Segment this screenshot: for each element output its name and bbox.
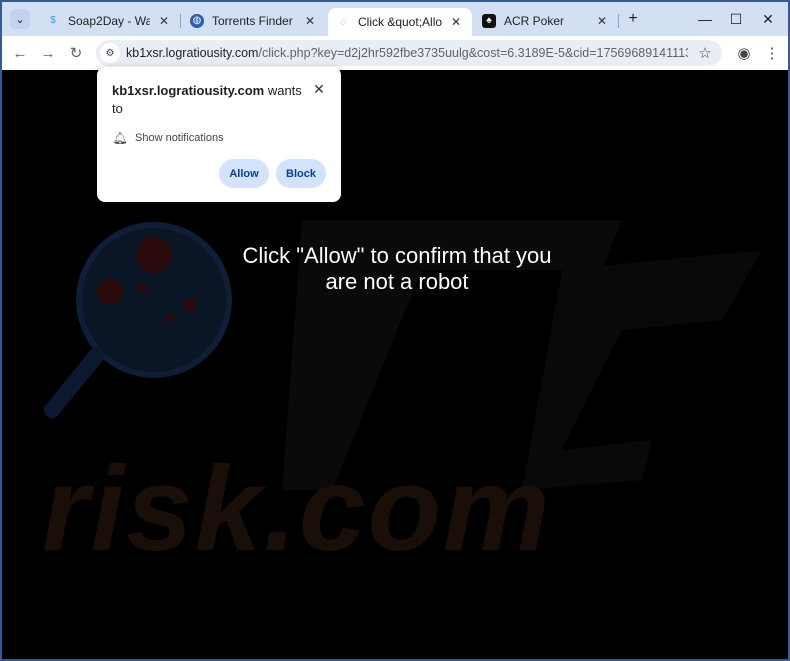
loading-icon: ◌ [340, 16, 346, 28]
tab-separator [618, 14, 619, 28]
address-bar[interactable]: ⚙ kb1xsr.logratiousity.com/click.php?key… [96, 40, 722, 66]
close-icon: ✕ [313, 80, 325, 97]
chevron-down-icon: ⌄ [15, 13, 25, 26]
reload-button[interactable]: ↻ [66, 43, 86, 63]
account-icon: ◉ [737, 45, 751, 62]
allow-button[interactable]: Allow [219, 159, 269, 188]
maximize-icon: ☐ [729, 10, 743, 27]
permission-label: Show notifications [135, 132, 224, 144]
block-button[interactable]: Block [276, 159, 326, 188]
browser-toolbar: ← → ↻ ⚙ kb1xsr.logratiousity.com/click.p… [2, 36, 788, 70]
forward-button[interactable]: → [38, 43, 58, 63]
minimize-button[interactable]: — [696, 10, 714, 28]
prompt-title: kb1xsr.logratiousity.com wants to [112, 82, 312, 118]
tab-click-allow[interactable]: ◌ Click &quot;Allow&quot; to ✕ [328, 8, 472, 36]
close-icon: ✕ [762, 10, 774, 27]
tab-soap2day[interactable]: $ Soap2Day - Watch Free ✕ [38, 8, 180, 33]
notification-permission-prompt: kb1xsr.logratiousity.com wants to ✕ 🔔︎ S… [97, 67, 341, 202]
bookmark-button[interactable]: ☆ [696, 44, 714, 62]
maximize-button[interactable]: ☐ [727, 10, 745, 28]
star-icon: ☆ [698, 45, 712, 62]
url-path: /click.php?key=d2j2hr592fbe3735uulg&cost… [258, 46, 688, 60]
arrow-right-icon: → [40, 44, 56, 62]
tab-title: Torrents Finder - Torrents [212, 13, 296, 28]
menu-button[interactable]: ⋮ [762, 43, 782, 63]
more-vert-icon: ⋮ [764, 45, 780, 62]
bell-icon: 🔔︎ [112, 131, 128, 145]
globe-icon: ◍ [190, 13, 204, 28]
tab-torrents-finder[interactable]: ◍ Torrents Finder - Torrents ✕ [182, 8, 326, 33]
site-info-button[interactable]: ⚙ [100, 43, 120, 63]
profile-button[interactable]: ◉ [734, 43, 754, 63]
arrow-left-icon: ← [12, 44, 28, 62]
prompt-close-button[interactable]: ✕ [311, 81, 327, 97]
close-icon[interactable]: ✕ [448, 14, 464, 30]
close-icon[interactable]: ✕ [594, 13, 610, 29]
tab-strip: ⌄ $ Soap2Day - Watch Free ✕ ◍ Torrents F… [2, 2, 788, 36]
tab-acr-poker[interactable]: ♠ ACR Poker ✕ [474, 8, 618, 33]
permission-row: 🔔︎ Show notifications [112, 131, 224, 145]
tab-title: Click &quot;Allow&quot; to [358, 15, 442, 29]
new-tab-button[interactable]: + [624, 10, 642, 28]
back-button[interactable]: ← [10, 43, 30, 63]
acr-logo-icon: ♠ [482, 13, 496, 28]
close-icon[interactable]: ✕ [302, 13, 318, 29]
tab-search-button[interactable]: ⌄ [10, 9, 30, 29]
window-close-button[interactable]: ✕ [759, 10, 777, 28]
dollar-icon: $ [50, 15, 56, 26]
url-host: kb1xsr.logratiousity.com [126, 46, 259, 60]
close-icon[interactable]: ✕ [156, 13, 172, 29]
page-headline: Click "Allow" to confirm that you are no… [242, 243, 552, 294]
tab-separator [180, 14, 181, 28]
tab-title: Soap2Day - Watch Free [68, 13, 150, 28]
plus-icon: + [628, 10, 638, 27]
minimize-icon: — [698, 11, 712, 27]
reload-icon: ↻ [69, 45, 83, 62]
prompt-site: kb1xsr.logratiousity.com [112, 83, 265, 98]
browser-window: ⌄ $ Soap2Day - Watch Free ✕ ◍ Torrents F… [0, 0, 790, 661]
tab-title: ACR Poker [504, 13, 565, 28]
watermark-text: risk.com [42, 442, 552, 576]
tune-icon: ⚙ [105, 47, 115, 59]
url-text[interactable]: kb1xsr.logratiousity.com/click.php?key=d… [126, 46, 688, 60]
